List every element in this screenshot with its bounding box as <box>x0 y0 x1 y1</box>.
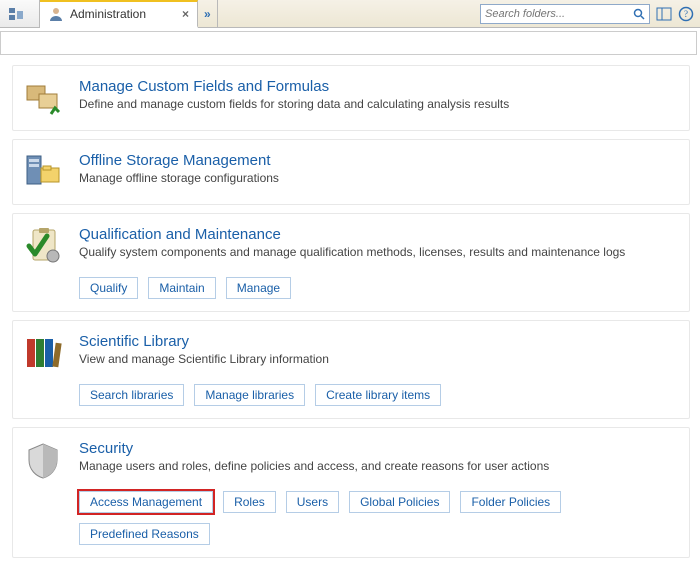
section-desc: Define and manage custom fields for stor… <box>79 97 681 111</box>
tab-close-button[interactable]: × <box>182 7 189 21</box>
link-manage-libraries[interactable]: Manage libraries <box>194 384 305 406</box>
server-icon <box>8 6 24 22</box>
admin-content: Manage Custom Fields and Formulas Define… <box>0 55 700 576</box>
section-security: Security Manage users and roles, define … <box>12 427 690 558</box>
search-icon <box>633 8 645 20</box>
link-create-library-items[interactable]: Create library items <box>315 384 441 406</box>
link-manage[interactable]: Manage <box>226 277 291 299</box>
link-predefined-reasons[interactable]: Predefined Reasons <box>79 523 210 545</box>
search-button[interactable] <box>630 5 648 23</box>
section-desc: View and manage Scientific Library infor… <box>79 352 681 366</box>
section-scientific-library: Scientific Library View and manage Scien… <box>12 320 690 419</box>
svg-text:?: ? <box>684 9 688 19</box>
tab-server[interactable] <box>0 0 40 27</box>
section-offline-storage: Offline Storage Management Manage offlin… <box>12 139 690 205</box>
storage-icon <box>21 152 65 192</box>
tab-label: Administration <box>70 7 146 21</box>
section-title[interactable]: Manage Custom Fields and Formulas <box>79 78 681 95</box>
section-desc: Qualify system components and manage qua… <box>79 245 681 259</box>
link-access-management[interactable]: Access Management <box>79 491 213 513</box>
section-title[interactable]: Security <box>79 440 681 457</box>
admin-icon <box>48 6 64 22</box>
help-icon[interactable]: ? <box>678 6 694 22</box>
section-title[interactable]: Scientific Library <box>79 333 681 350</box>
tab-administration[interactable]: Administration × <box>40 0 198 28</box>
search-wrap <box>480 4 650 24</box>
link-maintain[interactable]: Maintain <box>148 277 215 299</box>
link-roles[interactable]: Roles <box>223 491 276 513</box>
clipboard-check-icon <box>21 226 65 299</box>
section-qualification: Qualification and Maintenance Qualify sy… <box>12 213 690 312</box>
boxes-icon <box>21 78 65 118</box>
shield-icon <box>21 440 65 545</box>
search-input[interactable] <box>480 4 650 24</box>
section-desc: Manage users and roles, define policies … <box>79 459 681 473</box>
section-desc: Manage offline storage configurations <box>79 171 681 185</box>
link-qualify[interactable]: Qualify <box>79 277 138 299</box>
books-icon <box>21 333 65 406</box>
link-users[interactable]: Users <box>286 491 339 513</box>
tab-overflow-button[interactable]: » <box>198 0 218 27</box>
top-tab-bar: Administration × » ? <box>0 0 700 28</box>
section-title[interactable]: Offline Storage Management <box>79 152 681 169</box>
link-search-libraries[interactable]: Search libraries <box>79 384 184 406</box>
top-right-tools: ? <box>474 0 700 27</box>
link-global-policies[interactable]: Global Policies <box>349 491 450 513</box>
panel-toggle-icon[interactable] <box>656 6 672 22</box>
link-folder-policies[interactable]: Folder Policies <box>460 491 561 513</box>
section-title[interactable]: Qualification and Maintenance <box>79 226 681 243</box>
secondary-toolbar <box>0 31 697 55</box>
section-custom-fields: Manage Custom Fields and Formulas Define… <box>12 65 690 131</box>
